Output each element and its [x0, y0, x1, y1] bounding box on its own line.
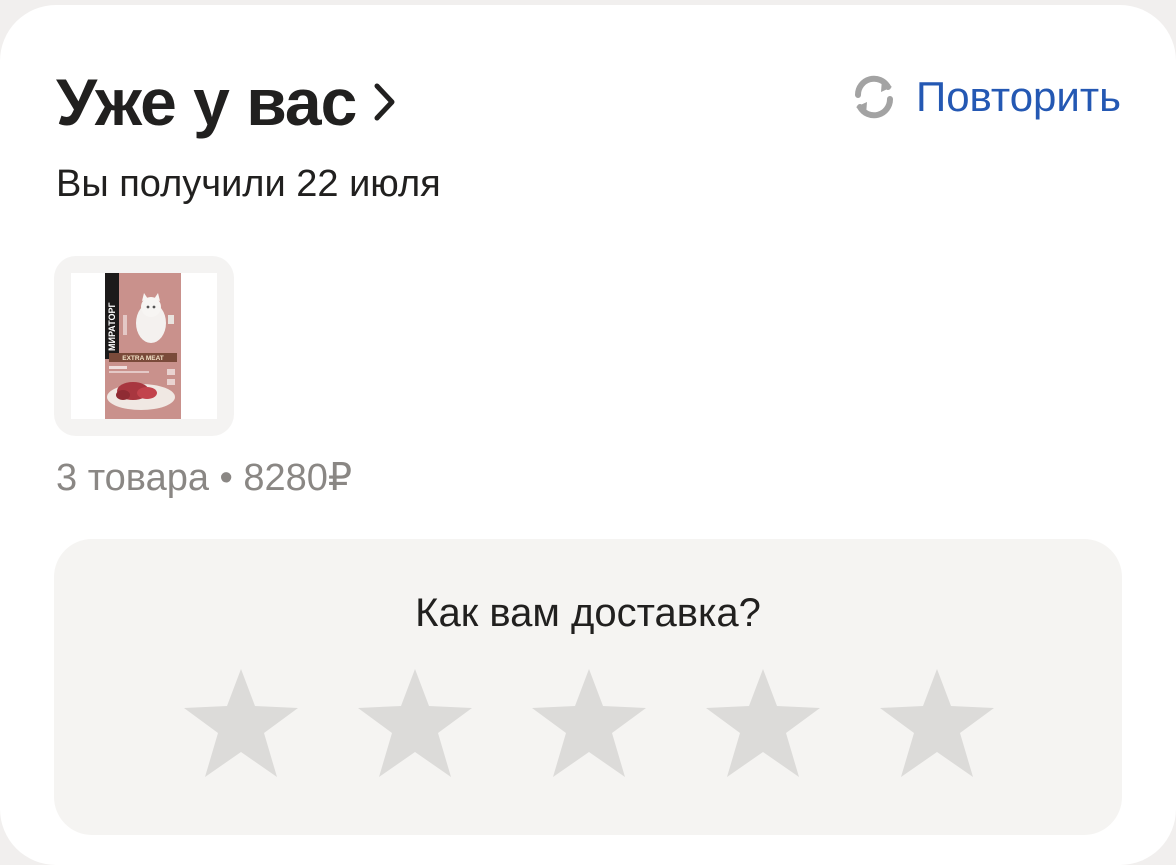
product-line-text: EXTRA MEAT: [122, 355, 164, 362]
repeat-order-button[interactable]: Повторить: [848, 71, 1121, 123]
delivery-rating-panel: Как вам доставка?: [54, 539, 1122, 835]
star-icon-4[interactable]: [704, 667, 822, 779]
brand-text: МИРАТОРГ: [107, 302, 117, 351]
page-title: Уже у вас: [56, 65, 357, 139]
product-image: МИРАТОРГ EXTRA MEAT: [71, 273, 217, 419]
rating-question: Как вам доставка?: [415, 591, 761, 635]
received-date: Вы получили 22 июля: [56, 163, 441, 205]
product-thumbnail[interactable]: МИРАТОРГ EXTRA MEAT: [54, 256, 234, 436]
rating-stars: [182, 667, 996, 779]
star-icon-5[interactable]: [878, 667, 996, 779]
order-card: Уже у вас Повторить Вы получили 22 июля …: [0, 5, 1176, 865]
star-icon-1[interactable]: [182, 667, 300, 779]
order-summary: 3 товара • 8280₽: [56, 457, 353, 499]
refresh-icon: [854, 75, 894, 119]
repeat-label: Повторить: [916, 73, 1121, 120]
chevron-right-icon: [374, 83, 395, 121]
star-icon-3[interactable]: [530, 667, 648, 779]
star-icon-2[interactable]: [356, 667, 474, 779]
order-title-link[interactable]: Уже у вас: [56, 69, 398, 135]
product-package-image: МИРАТОРГ EXTRA MEAT: [105, 273, 181, 419]
